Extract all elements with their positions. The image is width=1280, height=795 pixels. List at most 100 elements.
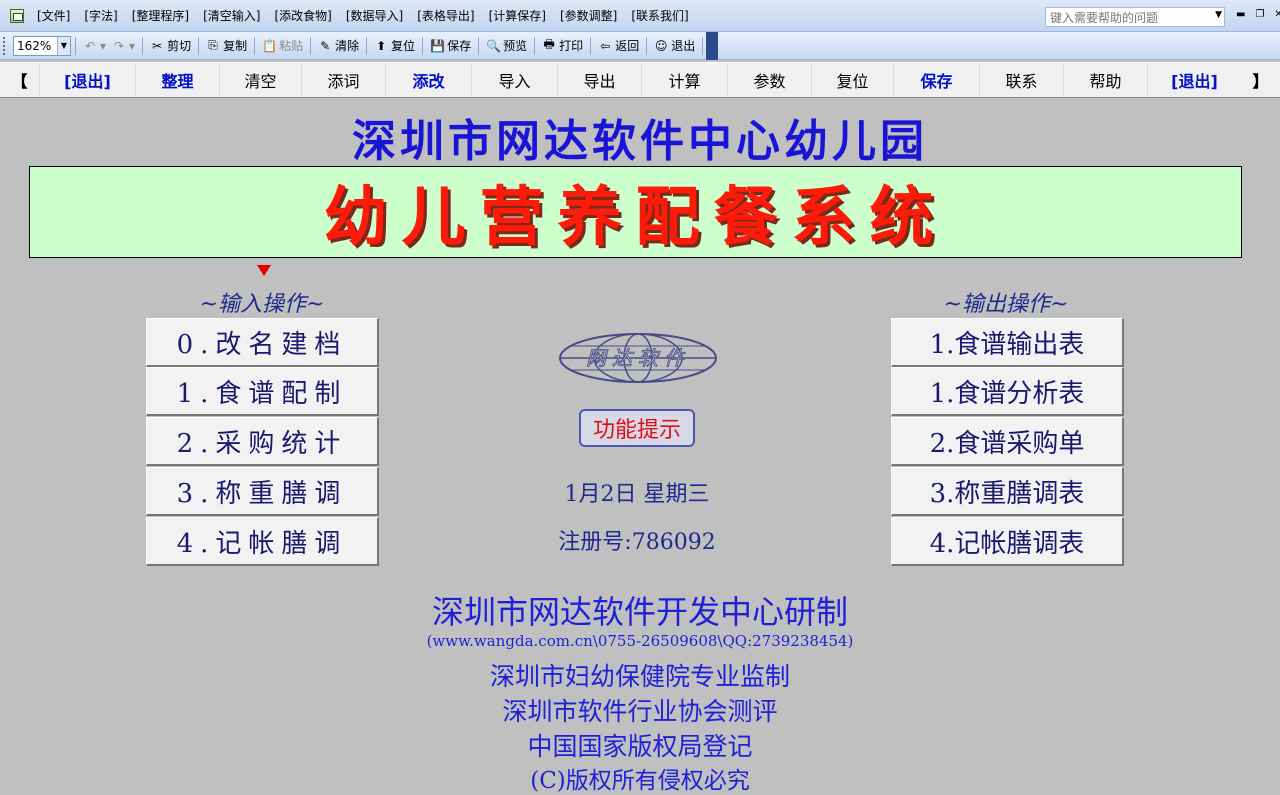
current-date: 1月2日 星期三 <box>564 482 710 507</box>
nav-button[interactable]: 导出 <box>557 63 641 97</box>
toolbar-separator <box>590 36 592 55</box>
nav-button[interactable]: [退出] <box>39 63 135 97</box>
logo-text: 网达软件 <box>586 346 690 370</box>
output-op-button[interactable]: 4.记帐膳调表 <box>891 517 1124 566</box>
toolbar-separator <box>702 36 704 55</box>
toolbar-grip[interactable] <box>3 36 9 55</box>
toolbar-eraser-button[interactable]: ✎ 清除 <box>315 37 362 54</box>
toolbar-preview-button[interactable]: 🔍 预览 <box>483 37 530 54</box>
nav-items: [退出] 整理 清空 添词 添改 导入 导出 计算 参数 复位 保存 联系 帮助 [退出] <box>39 63 1241 97</box>
reset-icon: ⬆ <box>376 38 387 53</box>
output-op-button[interactable]: 3.称重膳调表 <box>891 467 1124 516</box>
toolbar-separator <box>310 36 312 55</box>
copy-icon: ⎘ <box>208 38 218 52</box>
toolbar-separator <box>75 36 76 55</box>
toolbar-button-label: 打印 <box>559 39 584 53</box>
toolbar-separator <box>478 36 480 55</box>
nav-button[interactable]: 导入 <box>471 63 557 97</box>
output-op-button[interactable]: 1.食谱分析表 <box>891 367 1124 416</box>
pointer-triangle-icon <box>257 265 271 276</box>
restore-icon[interactable]: ❐ <box>1255 9 1264 20</box>
output-op-button[interactable]: 2.食谱采购单 <box>891 417 1124 466</box>
window-controls: ▬ ❐ ✕ <box>1236 9 1280 20</box>
back-arrow-icon: ⇦ <box>600 38 611 53</box>
toolbar-button-label: 退出 <box>671 39 696 53</box>
undo-icon: ↶ <box>84 38 96 53</box>
redo-button[interactable]: ↷ ▾ <box>109 39 138 53</box>
chevron-down-icon[interactable]: ▼ <box>1215 10 1222 20</box>
toolbar-separator <box>366 36 368 55</box>
nav-button[interactable]: [退出] <box>1147 63 1241 97</box>
toolbar-button-label: 剪切 <box>167 39 192 53</box>
contact-line: (www.wangda.com.cn\0755-26509608\QQ:2739… <box>426 632 854 650</box>
minimize-icon[interactable]: ▬ <box>1236 9 1245 20</box>
developer-line: 深圳市网达软件开发中心研制 <box>431 593 848 631</box>
nav-button[interactable]: 参数 <box>727 63 811 97</box>
menu-item[interactable]: [数据导入] <box>339 7 410 24</box>
menu-bar: [文件] [字法] [整理程序] [清空输入] [添改食物] [数据导入] [表格导出] [计… <box>0 0 1280 32</box>
toolbar-paste-button[interactable]: 📋 粘贴 <box>259 37 306 54</box>
zoom-value: 162% <box>17 38 52 53</box>
toolbar-button-label: 预览 <box>503 39 528 53</box>
toolbar-back-arrow-button[interactable]: ⇦ 返回 <box>595 37 642 54</box>
toolbar-button-label: 粘贴 <box>279 39 304 53</box>
menu-item[interactable]: [联系我们] <box>624 7 695 24</box>
paste-icon: 📋 <box>262 38 278 53</box>
menu-item[interactable]: [字法] <box>77 7 124 24</box>
output-op-button[interactable]: 1.食谱输出表 <box>891 318 1124 367</box>
nav-button[interactable]: 帮助 <box>1063 63 1147 97</box>
nav-button[interactable]: 添改 <box>385 63 471 97</box>
nav-button[interactable]: 清空 <box>219 63 301 97</box>
toolbar-separator <box>534 36 536 55</box>
input-op-button[interactable]: 3.称重膳调 <box>146 467 379 516</box>
toolbar: 162% ▼ ↶ ▾ ↷ ▾ ✂ 剪切 ⎘ 复制 📋 粘贴 ✎ 清除 ⬆ 复位 💾 保存 🔍 预览 🖶 打印 ⇦ 返回… <box>0 32 1280 60</box>
toolbar-button-label: 复位 <box>391 39 416 53</box>
nav-left-bracket: 【 <box>11 72 28 91</box>
function-hint-button[interactable]: 功能提示 <box>579 409 695 447</box>
registration-number: 注册号:786092 <box>558 530 716 555</box>
menu-item[interactable]: [整理程序] <box>125 7 196 24</box>
input-op-button[interactable]: 1.食谱配制 <box>146 367 379 416</box>
scissors-icon: ✂ <box>152 38 163 53</box>
toolbar-separator <box>254 36 256 55</box>
input-op-button[interactable]: 4.记帐膳调 <box>146 517 379 566</box>
toolbar-print-button[interactable]: 🖶 打印 <box>539 35 586 56</box>
company-logo: 网达软件 <box>559 333 717 383</box>
app-icon[interactable] <box>10 8 24 23</box>
menu-item[interactable]: [表格导出] <box>410 7 481 24</box>
menu-item[interactable]: [添改食物] <box>268 7 339 24</box>
evaluation-line: 深圳市软件行业协会测评 <box>502 697 778 726</box>
toolbar-save-button[interactable]: 💾 保存 <box>427 37 474 54</box>
menu-item[interactable]: [参数调整] <box>553 7 624 24</box>
nav-button[interactable]: 添词 <box>301 63 385 97</box>
redo-icon: ↷ <box>114 38 125 53</box>
chevron-down-icon[interactable]: ▼ <box>57 36 70 55</box>
eraser-icon: ✎ <box>320 38 331 53</box>
menu-item[interactable]: [文件] <box>30 7 77 24</box>
input-section-label: ~输入操作~ <box>199 292 325 317</box>
toolbar-button-label: 复制 <box>223 39 248 53</box>
help-placeholder: 键入需要帮助的问题 <box>1050 10 1159 25</box>
input-op-button[interactable]: 2.采购统计 <box>146 417 379 466</box>
nav-right-bracket: 】 <box>1252 72 1269 91</box>
toolbar-overflow[interactable] <box>706 32 718 60</box>
toolbar-copy-button[interactable]: ⎘ 复制 <box>203 37 250 54</box>
help-search-input[interactable]: 键入需要帮助的问题 ▼ <box>1045 7 1225 27</box>
menu-item[interactable]: [计算保存] <box>482 7 553 24</box>
toolbar-reset-button[interactable]: ⬆ 复位 <box>371 37 418 54</box>
toolbar-smiley-button[interactable]: ☺ 退出 <box>651 37 698 54</box>
menu-item[interactable]: [清空输入] <box>196 7 267 24</box>
nav-button[interactable]: 复位 <box>811 63 893 97</box>
nav-button[interactable]: 计算 <box>641 63 727 97</box>
nav-button[interactable]: 整理 <box>135 63 219 97</box>
system-title-banner: 幼儿营养配餐系统 <box>29 166 1242 258</box>
zoom-select[interactable]: 162% ▼ <box>13 35 71 56</box>
toolbar-separator <box>422 36 424 55</box>
input-op-button[interactable]: 0.改名建档 <box>146 318 379 367</box>
toolbar-button-label: 保存 <box>447 39 472 53</box>
close-icon[interactable]: ✕ <box>1274 9 1280 20</box>
nav-button[interactable]: 保存 <box>893 63 979 97</box>
undo-button[interactable]: ↶ ▾ <box>80 39 109 53</box>
nav-button[interactable]: 联系 <box>979 63 1063 97</box>
toolbar-scissors-button[interactable]: ✂ 剪切 <box>147 37 194 54</box>
